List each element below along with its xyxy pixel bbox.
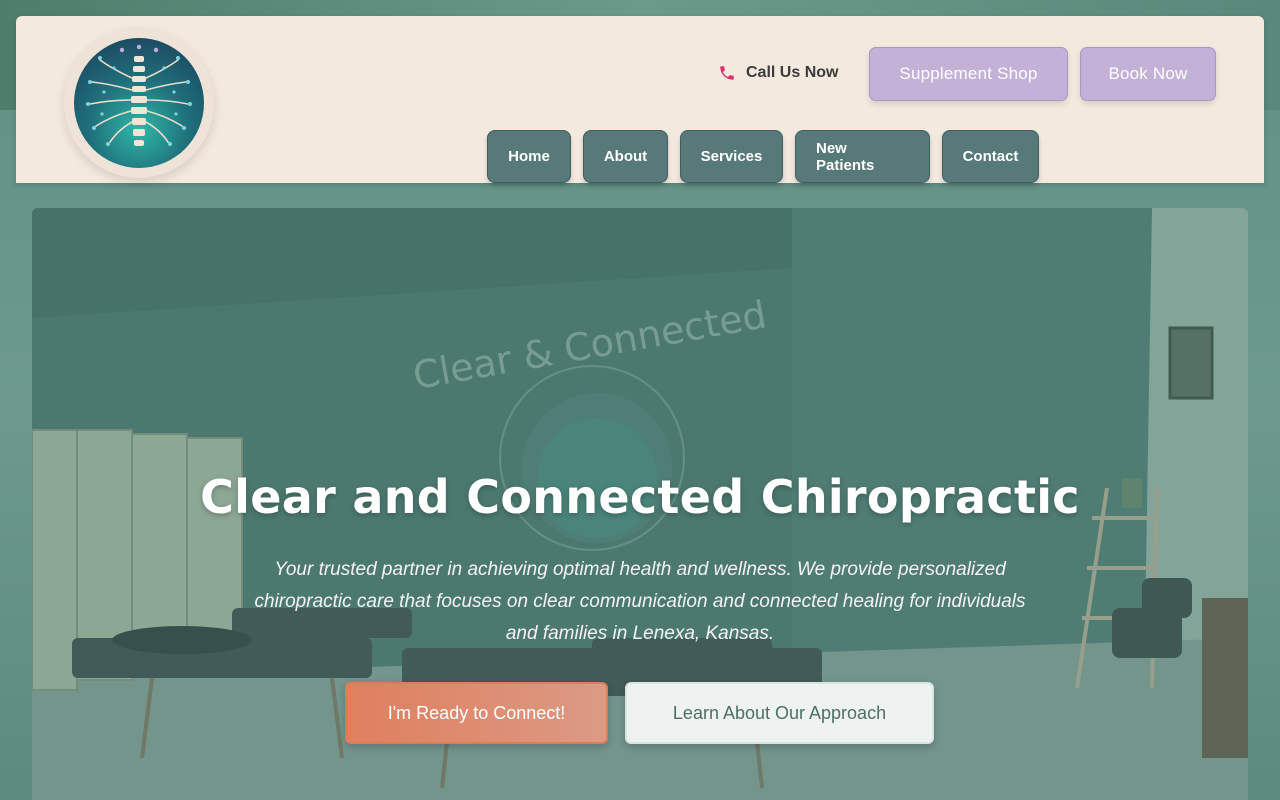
supplement-shop-button[interactable]: Supplement Shop	[869, 47, 1068, 101]
site-logo[interactable]	[64, 28, 214, 178]
nav-item-new-patients[interactable]: New Patients	[795, 130, 930, 183]
nav-item-contact[interactable]: Contact	[942, 130, 1039, 183]
call-us-label: Call Us Now	[746, 64, 839, 81]
ready-to-connect-button[interactable]: I'm Ready to Connect!	[345, 682, 608, 744]
nav-item-services[interactable]: Services	[680, 130, 783, 183]
nav-item-home[interactable]: Home	[487, 130, 571, 183]
learn-approach-button[interactable]: Learn About Our Approach	[625, 682, 934, 744]
nav-item-about[interactable]: About	[583, 130, 668, 183]
hero-section: Clear & Connected Clear and Connected Ch…	[32, 208, 1248, 800]
main-nav: Home About Services New Patients Contact	[487, 130, 1039, 183]
site-header: Call Us Now Supplement Shop Book Now Hom…	[16, 16, 1264, 183]
phone-icon	[720, 66, 734, 80]
hero-description: Your trusted partner in achieving optima…	[254, 559, 1026, 644]
call-us-link[interactable]: Call Us Now	[710, 46, 846, 100]
hero-title: Clear and Connected Chiropractic	[200, 470, 1080, 524]
spine-tree-logo-icon	[74, 38, 204, 168]
book-now-button[interactable]: Book Now	[1080, 47, 1216, 101]
